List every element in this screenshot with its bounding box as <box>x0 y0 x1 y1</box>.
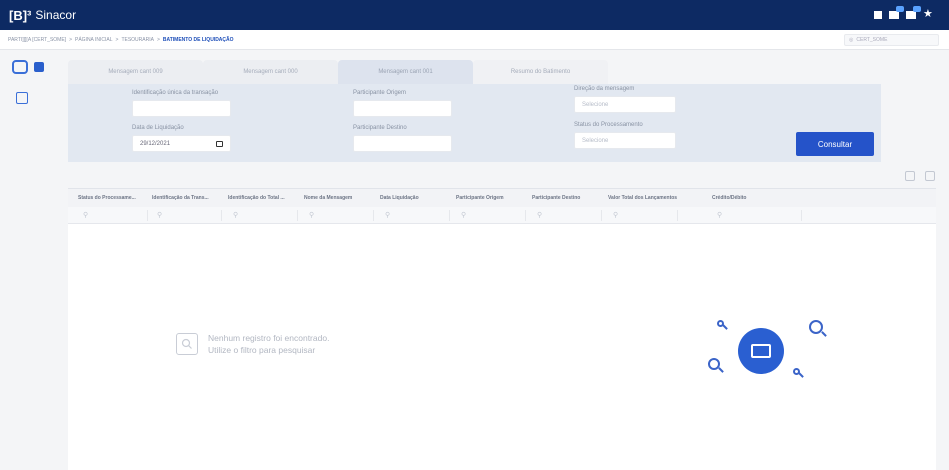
search-icon <box>793 368 800 375</box>
direcao-mensagem-label: Direção da mensagem <box>574 86 635 92</box>
search-icon <box>809 320 823 334</box>
data-liquidacao-label: Data de Liquidação <box>132 125 184 131</box>
breadcrumb-item[interactable]: PARTI]]][A [CERT_SOME] <box>8 37 66 43</box>
user-chip[interactable]: ◎ CERT_SOME <box>844 34 939 46</box>
top-actions: ★ <box>874 6 935 20</box>
search-icon[interactable]: ⚲ <box>380 210 450 221</box>
column-header[interactable]: Data Liquidação <box>380 195 456 201</box>
empty-illustration <box>700 310 840 390</box>
breadcrumb-item[interactable]: TESOURARIA <box>121 37 154 43</box>
breadcrumb: PARTI]]][A [CERT_SOME] > PÁGINA INICIAL … <box>0 30 949 50</box>
status-processamento-select[interactable]: Selecione <box>574 132 676 149</box>
brand[interactable]: [B]³ Sinacor <box>9 8 76 23</box>
direcao-mensagem-select[interactable]: Selecione <box>574 96 676 113</box>
app-name: Sinacor <box>35 8 77 22</box>
column-header[interactable]: Crédito/Débito <box>712 195 792 201</box>
export-icon[interactable] <box>925 171 935 181</box>
search-icon <box>708 358 720 370</box>
dashboard-icon[interactable] <box>12 60 28 74</box>
column-header[interactable]: Identificação da Trans... <box>152 195 228 201</box>
empty-search-icon <box>176 333 198 355</box>
left-nav <box>0 50 58 470</box>
search-icon[interactable]: ⚲ <box>712 210 802 221</box>
column-header[interactable]: Status do Processame... <box>78 195 152 201</box>
empty-message: Nenhum registro foi encontrado. Utilize … <box>208 332 329 356</box>
message-icon[interactable] <box>889 6 904 19</box>
breadcrumb-separator: > <box>69 36 72 43</box>
tab-mensagem-009[interactable]: Mensagem cant 009 <box>68 60 203 84</box>
status-processamento-label: Status do Processamento <box>574 122 643 128</box>
calendar-icon[interactable] <box>216 141 223 147</box>
data-liquidacao-input[interactable]: 29/12/2021 <box>132 135 231 152</box>
column-header[interactable]: Nome da Mensagem <box>304 195 380 201</box>
breadcrumb-item[interactable]: PÁGINA INICIAL <box>75 37 113 43</box>
column-header[interactable]: Valor Total dos Lançamentos <box>608 195 712 201</box>
tab-bar: Mensagem cant 009 Mensagem cant 000 Mens… <box>68 60 881 84</box>
tab-mensagem-000[interactable]: Mensagem cant 000 <box>203 60 338 84</box>
search-icon[interactable]: ⚲ <box>456 210 526 221</box>
id-transacao-input[interactable] <box>132 100 231 117</box>
search-icon[interactable]: ⚲ <box>152 210 222 221</box>
menu-icon[interactable] <box>34 62 44 72</box>
module-icon[interactable] <box>16 92 28 104</box>
column-header[interactable]: Participante Destino <box>532 195 608 201</box>
id-transacao-label: Identificação única da transação <box>132 90 219 96</box>
notification-icon[interactable] <box>874 11 882 19</box>
mail-badge <box>913 6 921 12</box>
user-name: CERT_SOME <box>856 37 888 43</box>
column-header[interactable]: Participante Origem <box>456 195 532 201</box>
message-badge <box>896 6 904 12</box>
search-icon[interactable]: ⚲ <box>78 210 148 221</box>
user-icon: ◎ <box>849 37 854 43</box>
consultar-button[interactable]: Consultar <box>796 132 874 156</box>
tab-resumo-batimento[interactable]: Resumo do Batimento <box>473 60 608 84</box>
monitor-icon <box>738 328 784 374</box>
search-icon[interactable]: ⚲ <box>228 210 298 221</box>
empty-line-2: Utilize o filtro para pesquisar <box>208 345 316 355</box>
top-bar: [B]³ Sinacor ★ <box>0 0 949 30</box>
tab-mensagem-001[interactable]: Mensagem cant 001 <box>338 60 473 84</box>
participante-destino-input[interactable] <box>353 135 452 152</box>
participante-destino-label: Participante Destino <box>353 125 407 131</box>
breadcrumb-current: BATIMENTO DE LIQUIDAÇÃO <box>162 36 234 43</box>
grid-tools <box>905 171 935 181</box>
breadcrumb-separator: > <box>156 36 160 43</box>
grid-filter-row: ⚲ ⚲ ⚲ ⚲ ⚲ ⚲ ⚲ ⚲ ⚲ <box>68 207 936 224</box>
empty-state: Nenhum registro foi encontrado. Utilize … <box>176 332 329 356</box>
search-icon[interactable]: ⚲ <box>304 210 374 221</box>
empty-line-1: Nenhum registro foi encontrado. <box>208 333 330 343</box>
participante-origem-label: Participante Origem <box>353 90 407 96</box>
search-icon <box>717 320 724 327</box>
search-icon[interactable]: ⚲ <box>532 210 602 221</box>
filter-panel: Identificação única da transação Partici… <box>68 84 881 162</box>
star-icon[interactable]: ★ <box>923 8 935 20</box>
participante-origem-input[interactable] <box>353 100 452 117</box>
b3-logo: [B]³ <box>9 7 32 23</box>
grid-header: Status do Processame... Identificação da… <box>68 189 936 207</box>
mail-icon[interactable] <box>906 6 921 19</box>
data-liquidacao-value: 29/12/2021 <box>140 140 171 147</box>
breadcrumb-separator: > <box>115 36 119 43</box>
column-header[interactable]: Identificação do Total ... <box>228 195 304 201</box>
screen-shape <box>751 344 771 358</box>
search-icon[interactable]: ⚲ <box>608 210 678 221</box>
refresh-icon[interactable] <box>905 171 915 181</box>
